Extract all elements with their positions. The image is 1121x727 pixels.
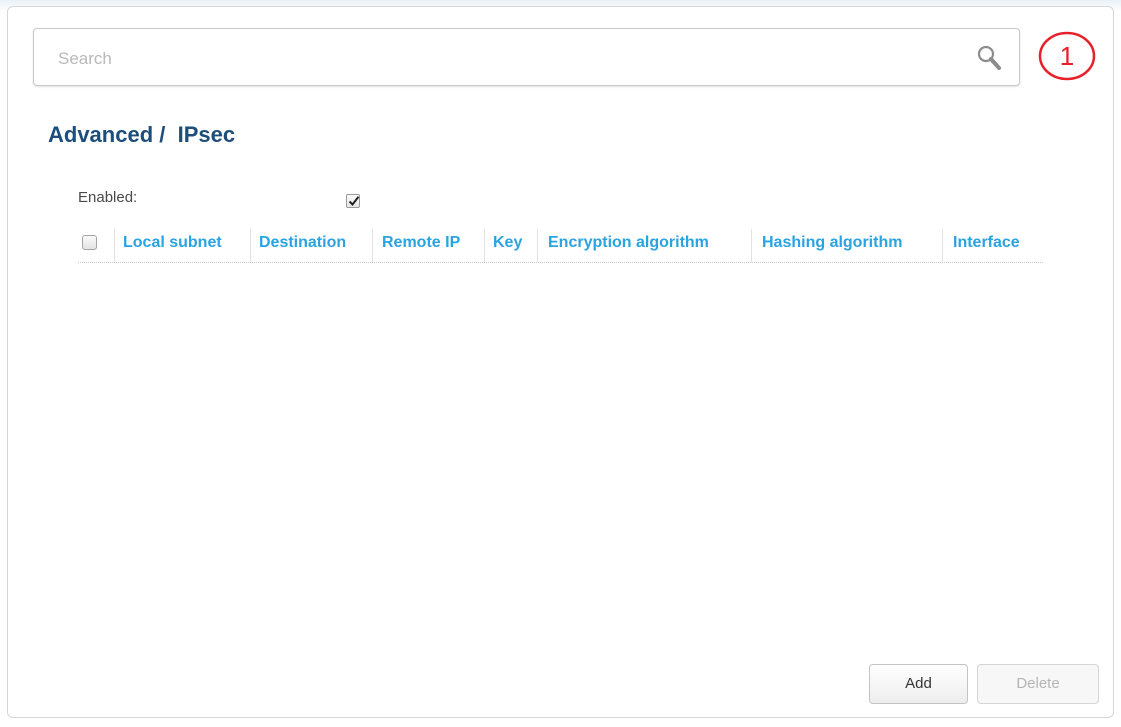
column-header-encryption-algorithm[interactable]: Encryption algorithm (548, 234, 709, 252)
column-divider (114, 229, 115, 262)
column-header-remote-ip[interactable]: Remote IP (382, 234, 460, 252)
content-panel (7, 6, 1114, 718)
breadcrumb: Advanced / IPsec (48, 122, 236, 147)
column-header-hashing-algorithm[interactable]: Hashing algorithm (762, 234, 902, 252)
column-divider (537, 229, 538, 262)
column-divider (372, 229, 373, 262)
column-divider (484, 229, 485, 262)
delete-button[interactable]: Delete (977, 664, 1099, 704)
column-header-local-subnet[interactable]: Local subnet (123, 234, 222, 252)
callout-number: 1 (1059, 41, 1075, 71)
enabled-checkbox[interactable] (346, 194, 360, 208)
column-divider (942, 229, 943, 262)
column-header-destination[interactable]: Destination (259, 234, 346, 252)
column-header-interface[interactable]: Interface (953, 234, 1020, 252)
column-divider (751, 229, 752, 262)
add-button[interactable]: Add (869, 664, 968, 704)
enabled-label: Enabled: (78, 189, 138, 206)
checkmark-icon (348, 196, 360, 207)
search-box[interactable] (33, 28, 1020, 86)
select-all-checkbox[interactable] (82, 235, 97, 250)
search-input[interactable] (56, 45, 940, 73)
search-icon[interactable] (974, 43, 1004, 73)
column-header-key[interactable]: Key (493, 234, 522, 252)
column-divider (250, 229, 251, 262)
